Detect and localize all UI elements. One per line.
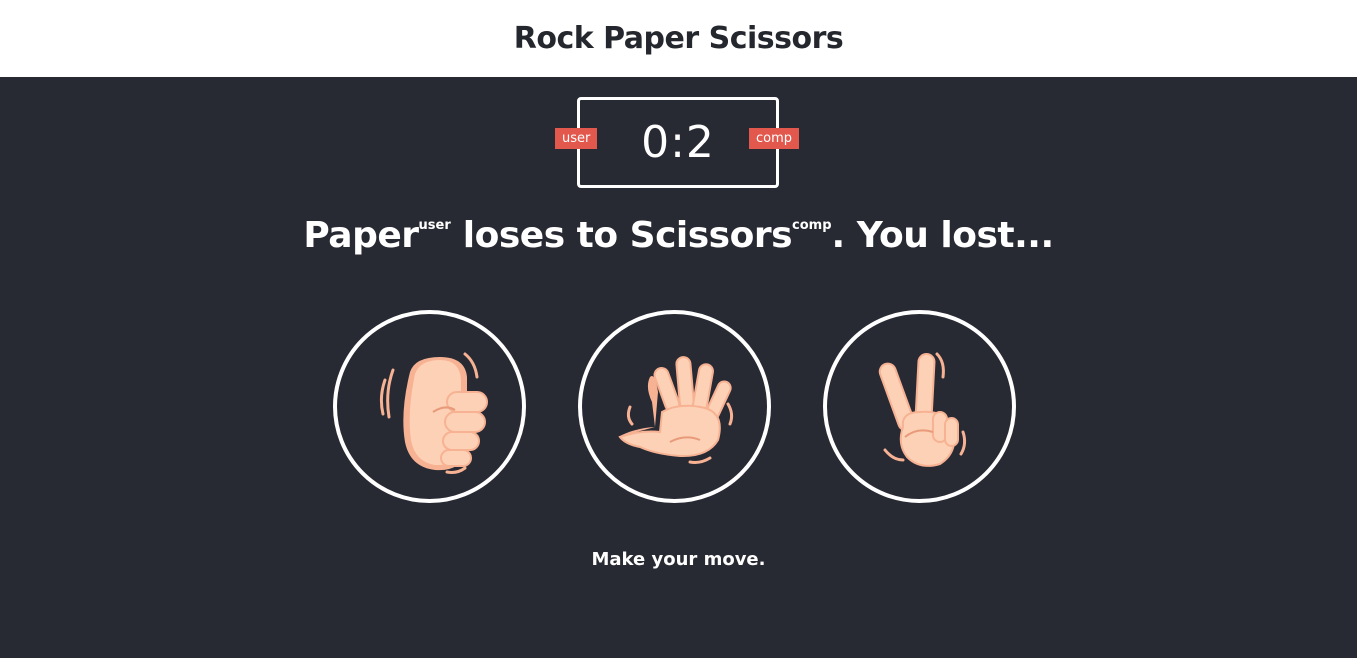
- header: Rock Paper Scissors: [0, 0, 1357, 77]
- comp-tag: comp: [792, 218, 832, 233]
- score-display: 0:2: [641, 117, 715, 168]
- move-prompt: Make your move.: [591, 549, 766, 570]
- game-board: 0:2 user comp Paperuser loses to Scissor…: [0, 77, 1357, 658]
- page-title: Rock Paper Scissors: [513, 21, 844, 56]
- rock-hand-icon: [379, 352, 488, 474]
- rock-button[interactable]: [333, 310, 526, 503]
- user-choice-text: Paper: [303, 215, 419, 256]
- comp-score-badge: comp: [749, 128, 800, 149]
- scissors-hand-icon: [878, 352, 966, 467]
- comp-choice-text: Scissors: [629, 215, 793, 256]
- paper-hand-icon: [617, 355, 733, 464]
- paper-button[interactable]: [578, 310, 771, 503]
- result-outcome: . You lost...: [831, 215, 1055, 256]
- user-tag: user: [418, 218, 451, 233]
- result-verb: loses to: [450, 215, 630, 256]
- user-score-badge: user: [555, 128, 598, 149]
- result-message: Paperuser loses to Scissorscomp. You los…: [0, 215, 1357, 256]
- scissors-button[interactable]: [823, 310, 1016, 503]
